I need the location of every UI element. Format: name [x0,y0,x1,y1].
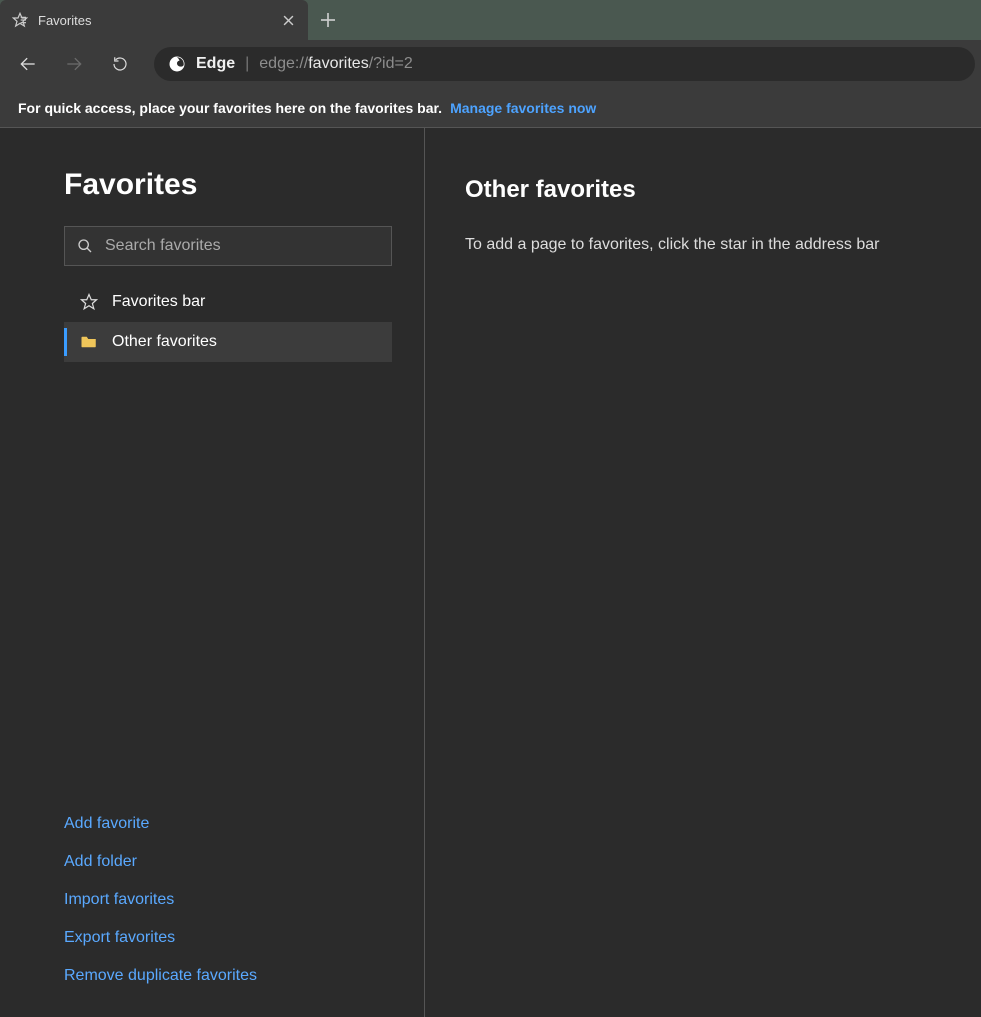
main-empty-text: To add a page to favorites, click the st… [465,236,941,254]
folder-icon [80,333,98,351]
star-outline-icon [80,293,98,311]
manage-favorites-link[interactable]: Manage favorites now [450,100,596,116]
refresh-button[interactable] [98,44,142,84]
search-input[interactable] [105,237,379,255]
sidebar-item-favorites-bar[interactable]: Favorites bar [64,282,392,322]
address-url: edge://favorites/?id=2 [259,55,412,73]
action-remove-duplicates[interactable]: Remove duplicate favorites [64,967,392,985]
favorites-bar-hint-text: For quick access, place your favorites h… [18,100,442,116]
address-divider: | [245,55,249,73]
action-export-favorites[interactable]: Export favorites [64,929,392,947]
main-panel: Other favorites To add a page to favorit… [425,128,981,1017]
edge-logo-icon [168,55,186,73]
search-icon [77,238,93,254]
close-tab-button[interactable] [280,12,296,28]
address-bar[interactable]: Edge | edge://favorites/?id=2 [154,47,975,81]
sidebar-actions: Add favorite Add folder Import favorites… [64,815,392,993]
sidebar-title: Favorites [64,168,392,202]
new-tab-button[interactable] [308,0,348,40]
action-add-favorite[interactable]: Add favorite [64,815,392,833]
search-box[interactable] [64,226,392,266]
sidebar-item-other-favorites[interactable]: Other favorites [64,322,392,362]
action-import-favorites[interactable]: Import favorites [64,891,392,909]
main-heading: Other favorites [465,176,941,204]
favorites-star-icon [12,12,28,28]
tab-bar: Favorites [0,0,981,40]
address-label: Edge [196,55,235,73]
favorites-bar-hint: For quick access, place your favorites h… [0,88,981,128]
tab-title: Favorites [38,13,91,28]
sidebar: Favorites Favorites bar [0,128,425,1017]
back-button[interactable] [6,44,50,84]
sidebar-item-label: Other favorites [112,333,217,351]
content-area: Favorites Favorites bar [0,128,981,1017]
toolbar: Edge | edge://favorites/?id=2 [0,40,981,88]
forward-button[interactable] [52,44,96,84]
sidebar-item-label: Favorites bar [112,293,205,311]
action-add-folder[interactable]: Add folder [64,853,392,871]
browser-tab[interactable]: Favorites [0,0,308,40]
